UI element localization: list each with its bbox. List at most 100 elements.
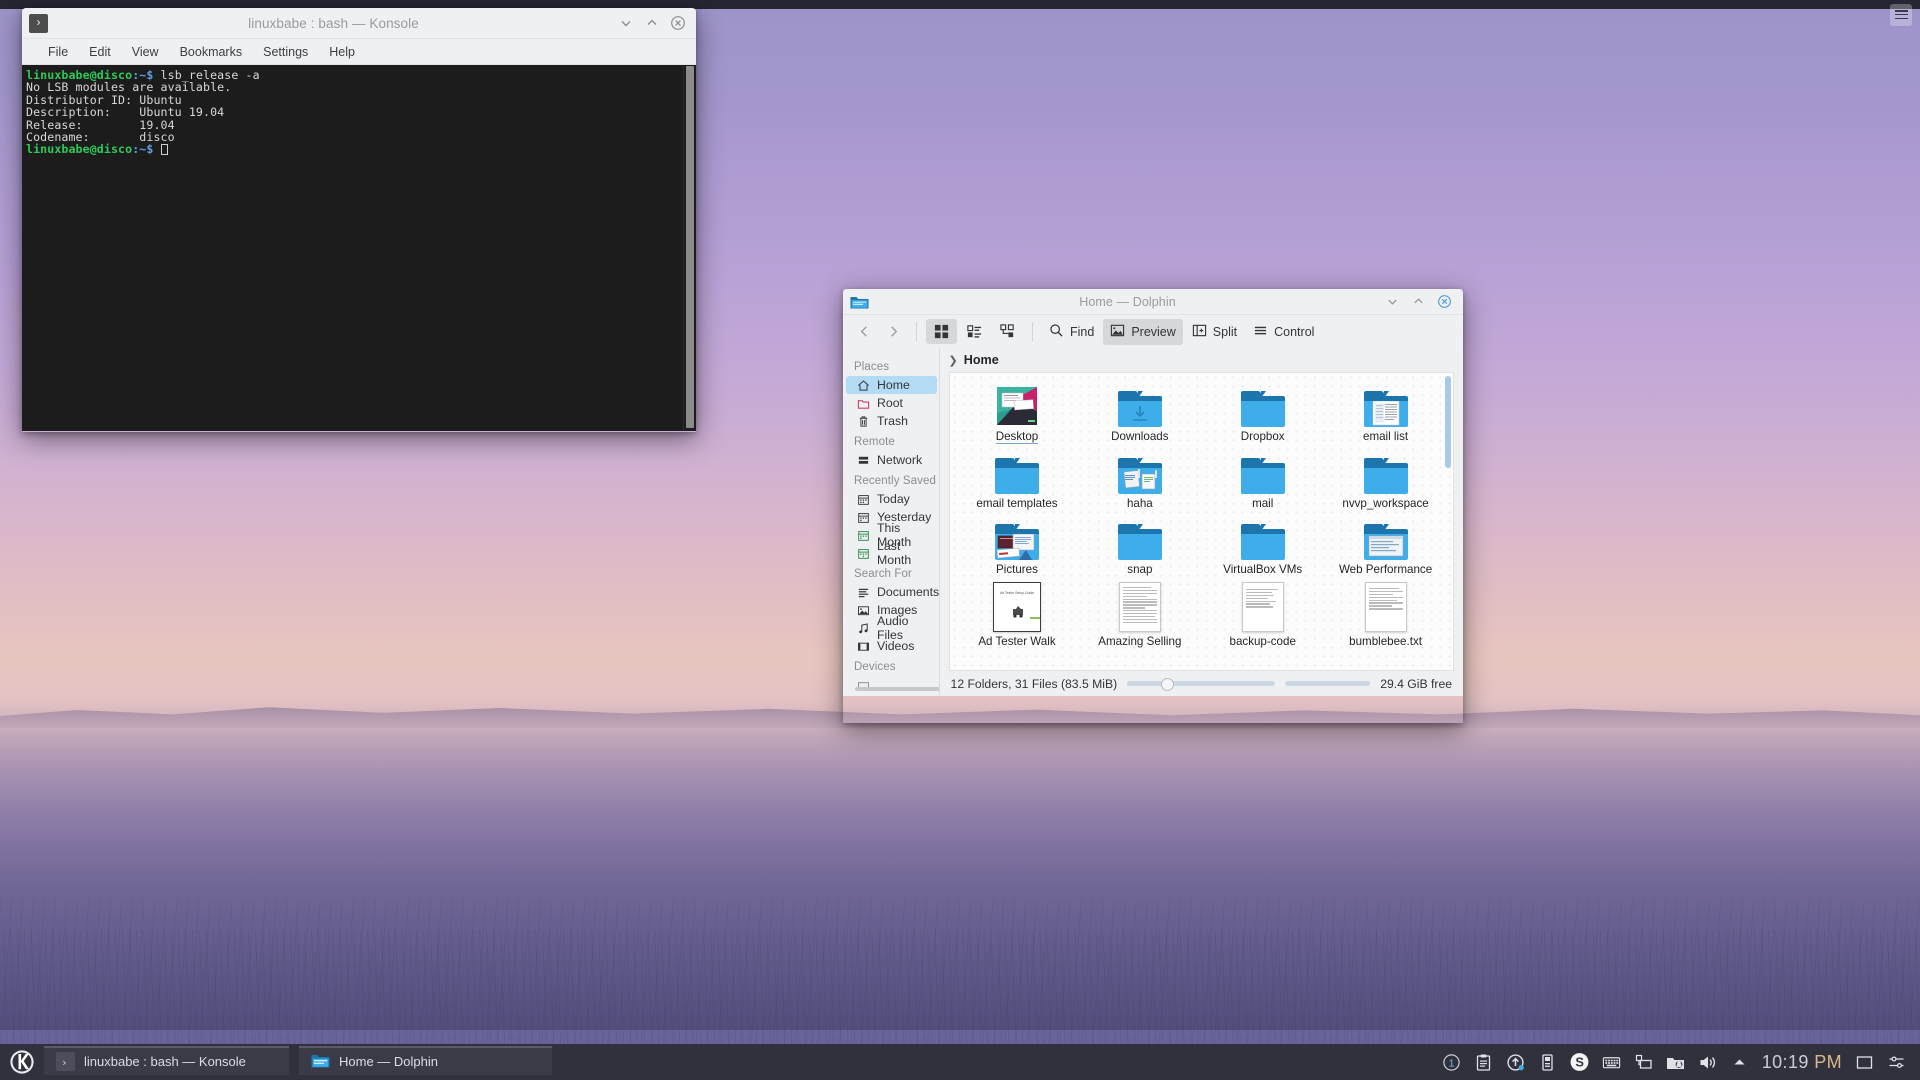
file-item-email-templates[interactable]: email templates [956,448,1079,510]
desktop-toolbox-button[interactable] [1890,4,1912,26]
file-item-backup-code[interactable]: backup-code [1201,580,1324,648]
breadcrumb-home[interactable]: Home [964,353,999,367]
digital-clock[interactable]: 10:19 PM [1762,1052,1842,1073]
network-icon[interactable] [1634,1053,1653,1072]
clipboard-icon[interactable] [1474,1053,1493,1072]
shell-prompt-user-2: linuxbabe@disco [26,142,133,157]
file-item-haha[interactable]: haha [1078,448,1201,510]
file-item-desktop[interactable]: Desktop [956,381,1079,444]
sidebar-item-home[interactable]: Home [846,376,937,394]
usb-device-icon[interactable] [1538,1053,1557,1072]
file-item-virtualbox-vms[interactable]: VirtualBox VMs [1201,514,1324,576]
konsole-window-controls[interactable] [619,16,696,30]
notifications-icon[interactable]: 1 [1442,1053,1461,1072]
dolphin-window[interactable]: Home — Dolphin Find Preview Split Contro… [843,289,1463,723]
taskbar-item-konsole[interactable]: › linuxbabe : bash — Konsole [44,1046,289,1075]
places-group-recently-saved: Recently Saved [854,475,936,487]
file-view-scrollbar[interactable] [1445,376,1451,468]
file-item-bumblebee-txt[interactable]: bumblebee.txt [1324,580,1447,648]
maximize-button[interactable] [1412,295,1426,309]
control-button[interactable]: Control [1246,319,1321,345]
search-icon [1049,323,1064,341]
back-button[interactable] [851,321,878,342]
folder-icon [993,448,1041,494]
dolphin-window-controls[interactable] [1386,294,1463,309]
konsole-window[interactable]: › linuxbabe : bash — Konsole File Edit V… [22,8,696,432]
volume-icon[interactable] [1698,1053,1717,1072]
zoom-slider[interactable] [1127,677,1276,691]
show-hidden-icons-arrow[interactable] [1730,1053,1749,1072]
places-panel[interactable]: Places Home Root Trash Remote Network Re… [843,348,940,696]
konsole-titlebar[interactable]: › linuxbabe : bash — Konsole [22,8,696,39]
terminal-scrollbar[interactable] [683,65,696,431]
folder-icon [1239,448,1287,494]
zoom-slider-track[interactable] [1127,681,1276,686]
show-desktop-icon[interactable] [1855,1053,1874,1072]
places-horizontal-scrollbar[interactable] [855,687,940,691]
minimize-button[interactable] [619,16,633,30]
menu-settings[interactable]: Settings [263,45,308,59]
close-button[interactable] [671,16,685,30]
file-item-web-performance[interactable]: Web Performance [1324,514,1447,576]
file-item-pictures[interactable]: Pictures [956,514,1079,576]
breadcrumb-bar[interactable]: ❯ Home [940,348,1463,372]
keyboard-layout-icon[interactable] [1602,1053,1621,1072]
file-item-mail[interactable]: mail [1201,448,1324,510]
file-label: Dropbox [1240,430,1285,443]
maximize-button[interactable] [645,16,659,30]
menu-file[interactable]: File [48,45,68,59]
file-item-email-list[interactable]: email list [1324,381,1447,444]
terminal-output[interactable]: linuxbabe@disco:~$ lsb_release -a No LSB… [22,65,683,431]
file-item-dropbox[interactable]: Dropbox [1201,381,1324,444]
menu-bookmarks[interactable]: Bookmarks [180,45,243,59]
file-item-downloads[interactable]: Downloads [1078,381,1201,444]
system-tray[interactable]: 1 S 10:19 PM [1442,1052,1920,1073]
sidebar-item-network[interactable]: Network [846,451,937,469]
view-mode-compact-button[interactable] [959,319,990,344]
documents-icon [857,586,870,599]
image-preview-icon [1110,323,1125,341]
updates-icon[interactable] [1506,1053,1525,1072]
kde-application-launcher-button[interactable] [0,1044,44,1080]
sidebar-item-device-partial[interactable] [846,676,937,694]
places-splitter[interactable] [938,348,940,696]
split-view-icon [1192,323,1207,341]
split-button[interactable]: Split [1185,319,1244,345]
close-button[interactable] [1438,294,1452,309]
terminal-scrollbar-thumb[interactable] [686,66,694,428]
sidebar-item-audio-files[interactable]: Audio Files [846,614,937,642]
zoom-slider-handle[interactable] [1161,677,1175,691]
konsole-terminal-area[interactable]: linuxbabe@disco:~$ lsb_release -a No LSB… [22,65,696,431]
view-mode-icons-button[interactable] [926,319,957,344]
konsole-menubar[interactable]: File Edit View Bookmarks Settings Help [22,39,696,65]
menu-help[interactable]: Help [329,45,355,59]
sidebar-item-documents[interactable]: Documents [846,583,939,601]
dolphin-toolbar[interactable]: Find Preview Split Control [843,315,1463,348]
terminal-icon: › [56,1052,75,1071]
sidebar-item-today[interactable]: Today [846,490,937,508]
preview-button[interactable]: Preview [1103,318,1183,345]
minimize-button[interactable] [1386,295,1400,309]
dolphin-titlebar[interactable]: Home — Dolphin [843,289,1463,315]
file-grid-view[interactable]: Desktop Downloads Dropbox email list ema… [948,372,1454,671]
file-item-amazing-selling[interactable]: Amazing Selling [1078,580,1201,648]
find-button[interactable]: Find [1042,319,1101,345]
taskbar-item-dolphin[interactable]: Home — Dolphin [299,1046,552,1075]
menu-edit[interactable]: Edit [89,45,111,59]
view-mode-details-button[interactable] [992,319,1023,344]
file-item-ad-tester-walk[interactable]: Ad Tester Setup Guide ................. [956,580,1079,648]
file-label: Ad Tester Walk [978,635,1056,648]
skype-icon[interactable]: S [1570,1053,1589,1072]
file-item-snap[interactable]: snap [1078,514,1201,576]
panel-settings-icon[interactable] [1887,1053,1906,1072]
taskbar-panel[interactable]: › linuxbabe : bash — Konsole Home — Dolp… [0,1044,1920,1080]
sidebar-item-last-month[interactable]: Last Month [846,539,937,567]
menu-view[interactable]: View [132,45,159,59]
forward-button[interactable] [880,321,907,342]
shell-prompt-path-2: :~$ [132,142,154,157]
sidebar-item-root[interactable]: Root [846,394,937,412]
file-item-nvvp-workspace[interactable]: nvvp_workspace [1324,448,1447,510]
folder-preview-pics-icon [993,514,1041,560]
cloud-sync-icon[interactable] [1666,1053,1685,1072]
sidebar-item-trash[interactable]: Trash [846,412,937,430]
